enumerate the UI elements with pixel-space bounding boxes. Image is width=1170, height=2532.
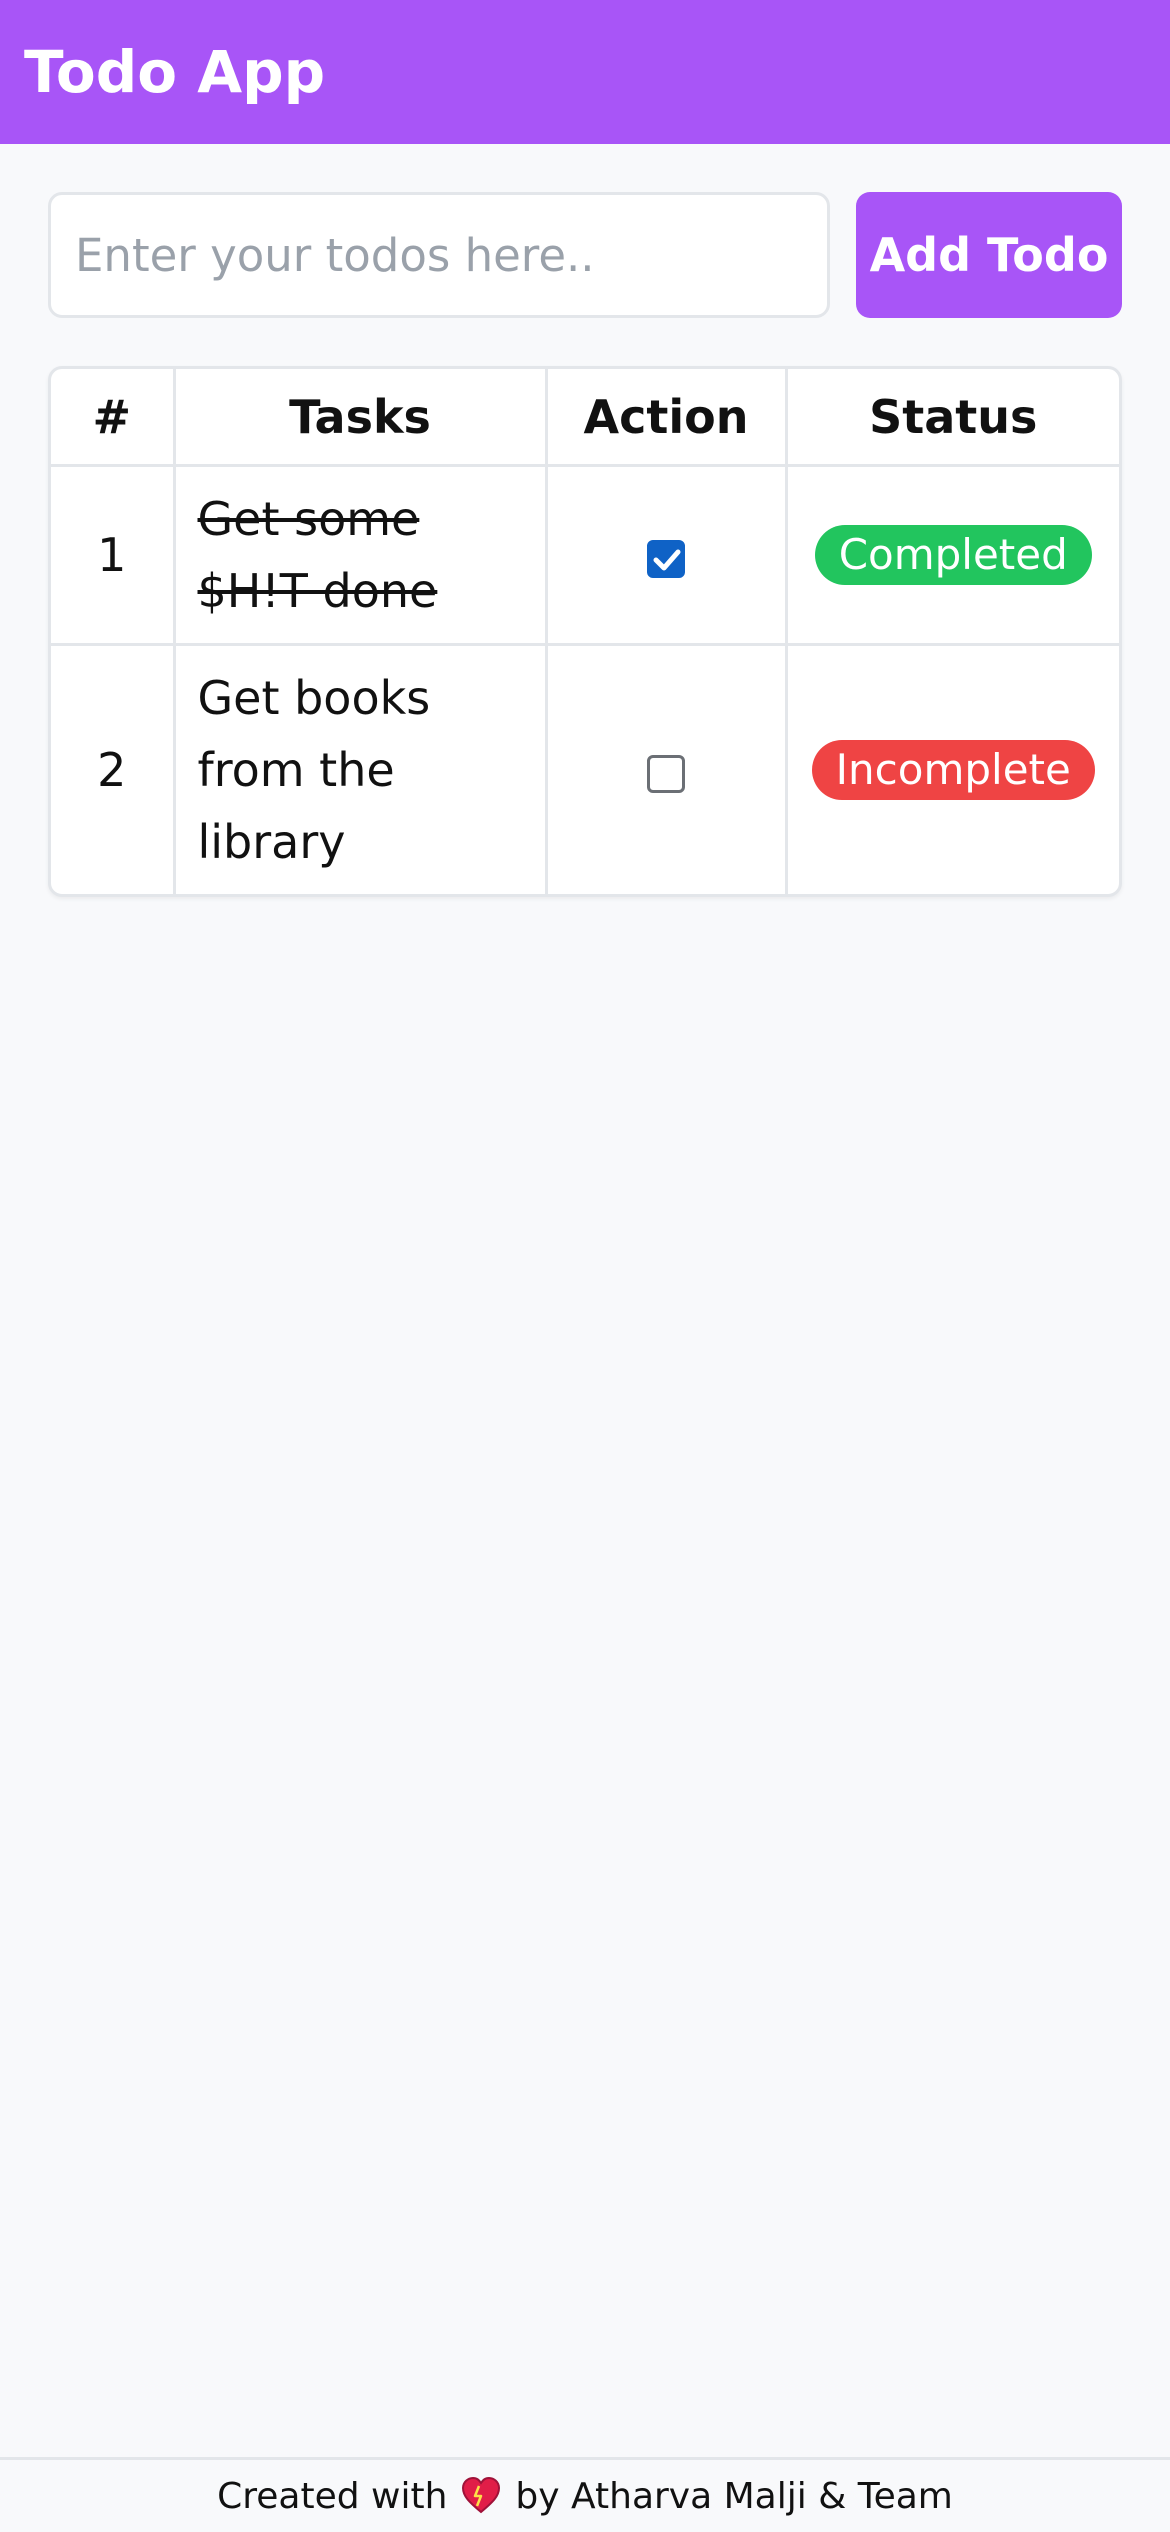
- task-cell: Get books from the library: [174, 644, 548, 894]
- column-header-status: Status: [786, 369, 1119, 467]
- status-cell: Completed: [786, 465, 1119, 646]
- column-header-action: Action: [546, 369, 788, 467]
- todo-table: # Tasks Action Status 1 Get some $H!T do…: [48, 366, 1122, 897]
- task-text: Get books from the library: [197, 671, 431, 869]
- todo-input[interactable]: [48, 192, 830, 318]
- status-cell: Incomplete: [786, 645, 1119, 895]
- task-text: Get some $H!T done: [197, 492, 438, 618]
- row-number: 1: [51, 465, 176, 646]
- app-title: Todo App: [24, 38, 326, 106]
- add-todo-button[interactable]: Add Todo: [856, 192, 1122, 318]
- status-badge: Completed: [814, 525, 1092, 585]
- app-header: Todo App: [0, 0, 1170, 144]
- checkmark-icon: [653, 549, 681, 570]
- task-checkbox[interactable]: [647, 539, 685, 578]
- table-row: 1 Get some $H!T done Completed: [51, 465, 1119, 646]
- status-badge: Incomplete: [811, 740, 1095, 800]
- row-number: 2: [51, 644, 176, 894]
- task-checkbox[interactable]: [647, 754, 685, 793]
- footer-suffix: by Atharva Malji & Team: [515, 2475, 953, 2517]
- column-header-tasks: Tasks: [174, 369, 548, 467]
- app-footer: Created with by Atharva Malji & Team: [0, 2457, 1170, 2532]
- action-cell: [546, 465, 788, 646]
- task-cell: Get some $H!T done: [174, 465, 548, 646]
- footer-prefix: Created with: [217, 2475, 448, 2517]
- add-todo-form: Add Todo: [48, 192, 1122, 318]
- heart-icon: [461, 2476, 501, 2516]
- column-header-number: #: [51, 369, 176, 467]
- action-cell: [546, 644, 788, 894]
- table-row: 2 Get books from the library Incomplete: [51, 644, 1119, 895]
- table-header-row: # Tasks Action Status: [51, 369, 1119, 467]
